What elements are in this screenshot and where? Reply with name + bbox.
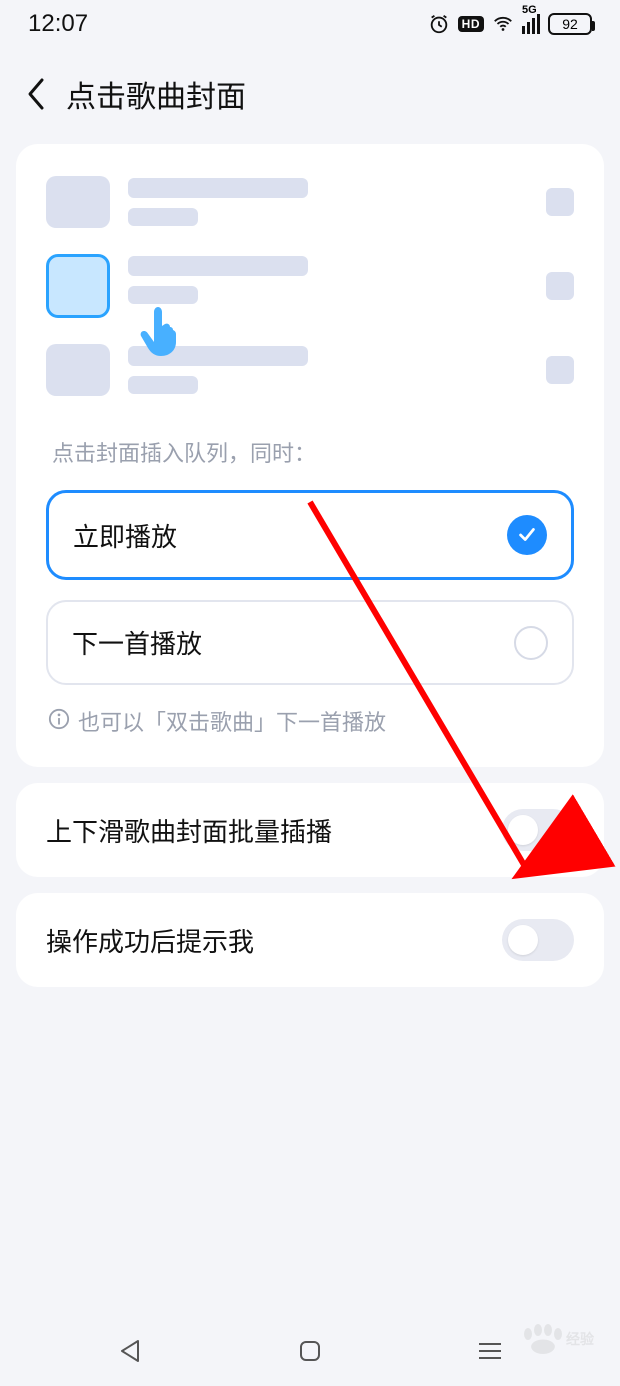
info-text: 也可以「双击歌曲」下一首播放 [78,705,386,737]
toggle-swipe-batch: 上下滑歌曲封面批量插播 [16,783,604,877]
signal-5g-icon: 5G [522,14,540,34]
nav-back-button[interactable] [100,1331,160,1371]
back-button[interactable] [16,74,56,114]
status-right: HD 5G 92 [428,13,592,35]
hd-icon: HD [458,16,484,32]
info-row: 也可以「双击歌曲」下一首播放 [48,705,574,737]
main-card: 点击封面插入队列，同时： 立即播放 下一首播放 也可以「双击歌曲」下一首播放 [16,144,604,767]
status-time: 12:07 [28,10,88,38]
toggle-notify-success: 操作成功后提示我 [16,893,604,987]
wifi-icon [492,13,514,35]
toggle-label: 操作成功后提示我 [46,922,254,959]
page-title: 点击歌曲封面 [66,72,246,116]
toggle-switch[interactable] [502,809,574,851]
alarm-icon [428,13,450,35]
check-icon [507,515,547,555]
battery-icon: 92 [548,13,592,35]
toggle-label: 上下滑歌曲封面批量插播 [46,812,332,849]
illustration [46,174,574,416]
baidu-watermark: 经验 [520,1324,606,1358]
option-label: 下一首播放 [72,624,202,661]
info-icon [48,708,70,735]
page-header: 点击歌曲封面 [0,48,620,144]
section-hint: 点击封面插入队列，同时： [52,436,568,468]
toggle-switch[interactable] [502,919,574,961]
option-play-now[interactable]: 立即播放 [46,490,574,580]
radio-unchecked-icon [514,626,548,660]
hand-pointer-icon [134,302,184,363]
svg-text:经验: 经验 [566,1331,595,1347]
nav-recent-button[interactable] [460,1331,520,1371]
option-label: 立即播放 [73,517,177,554]
option-play-next[interactable]: 下一首播放 [46,600,574,685]
nav-home-button[interactable] [280,1331,340,1371]
status-bar: 12:07 HD 5G 92 [0,0,620,48]
